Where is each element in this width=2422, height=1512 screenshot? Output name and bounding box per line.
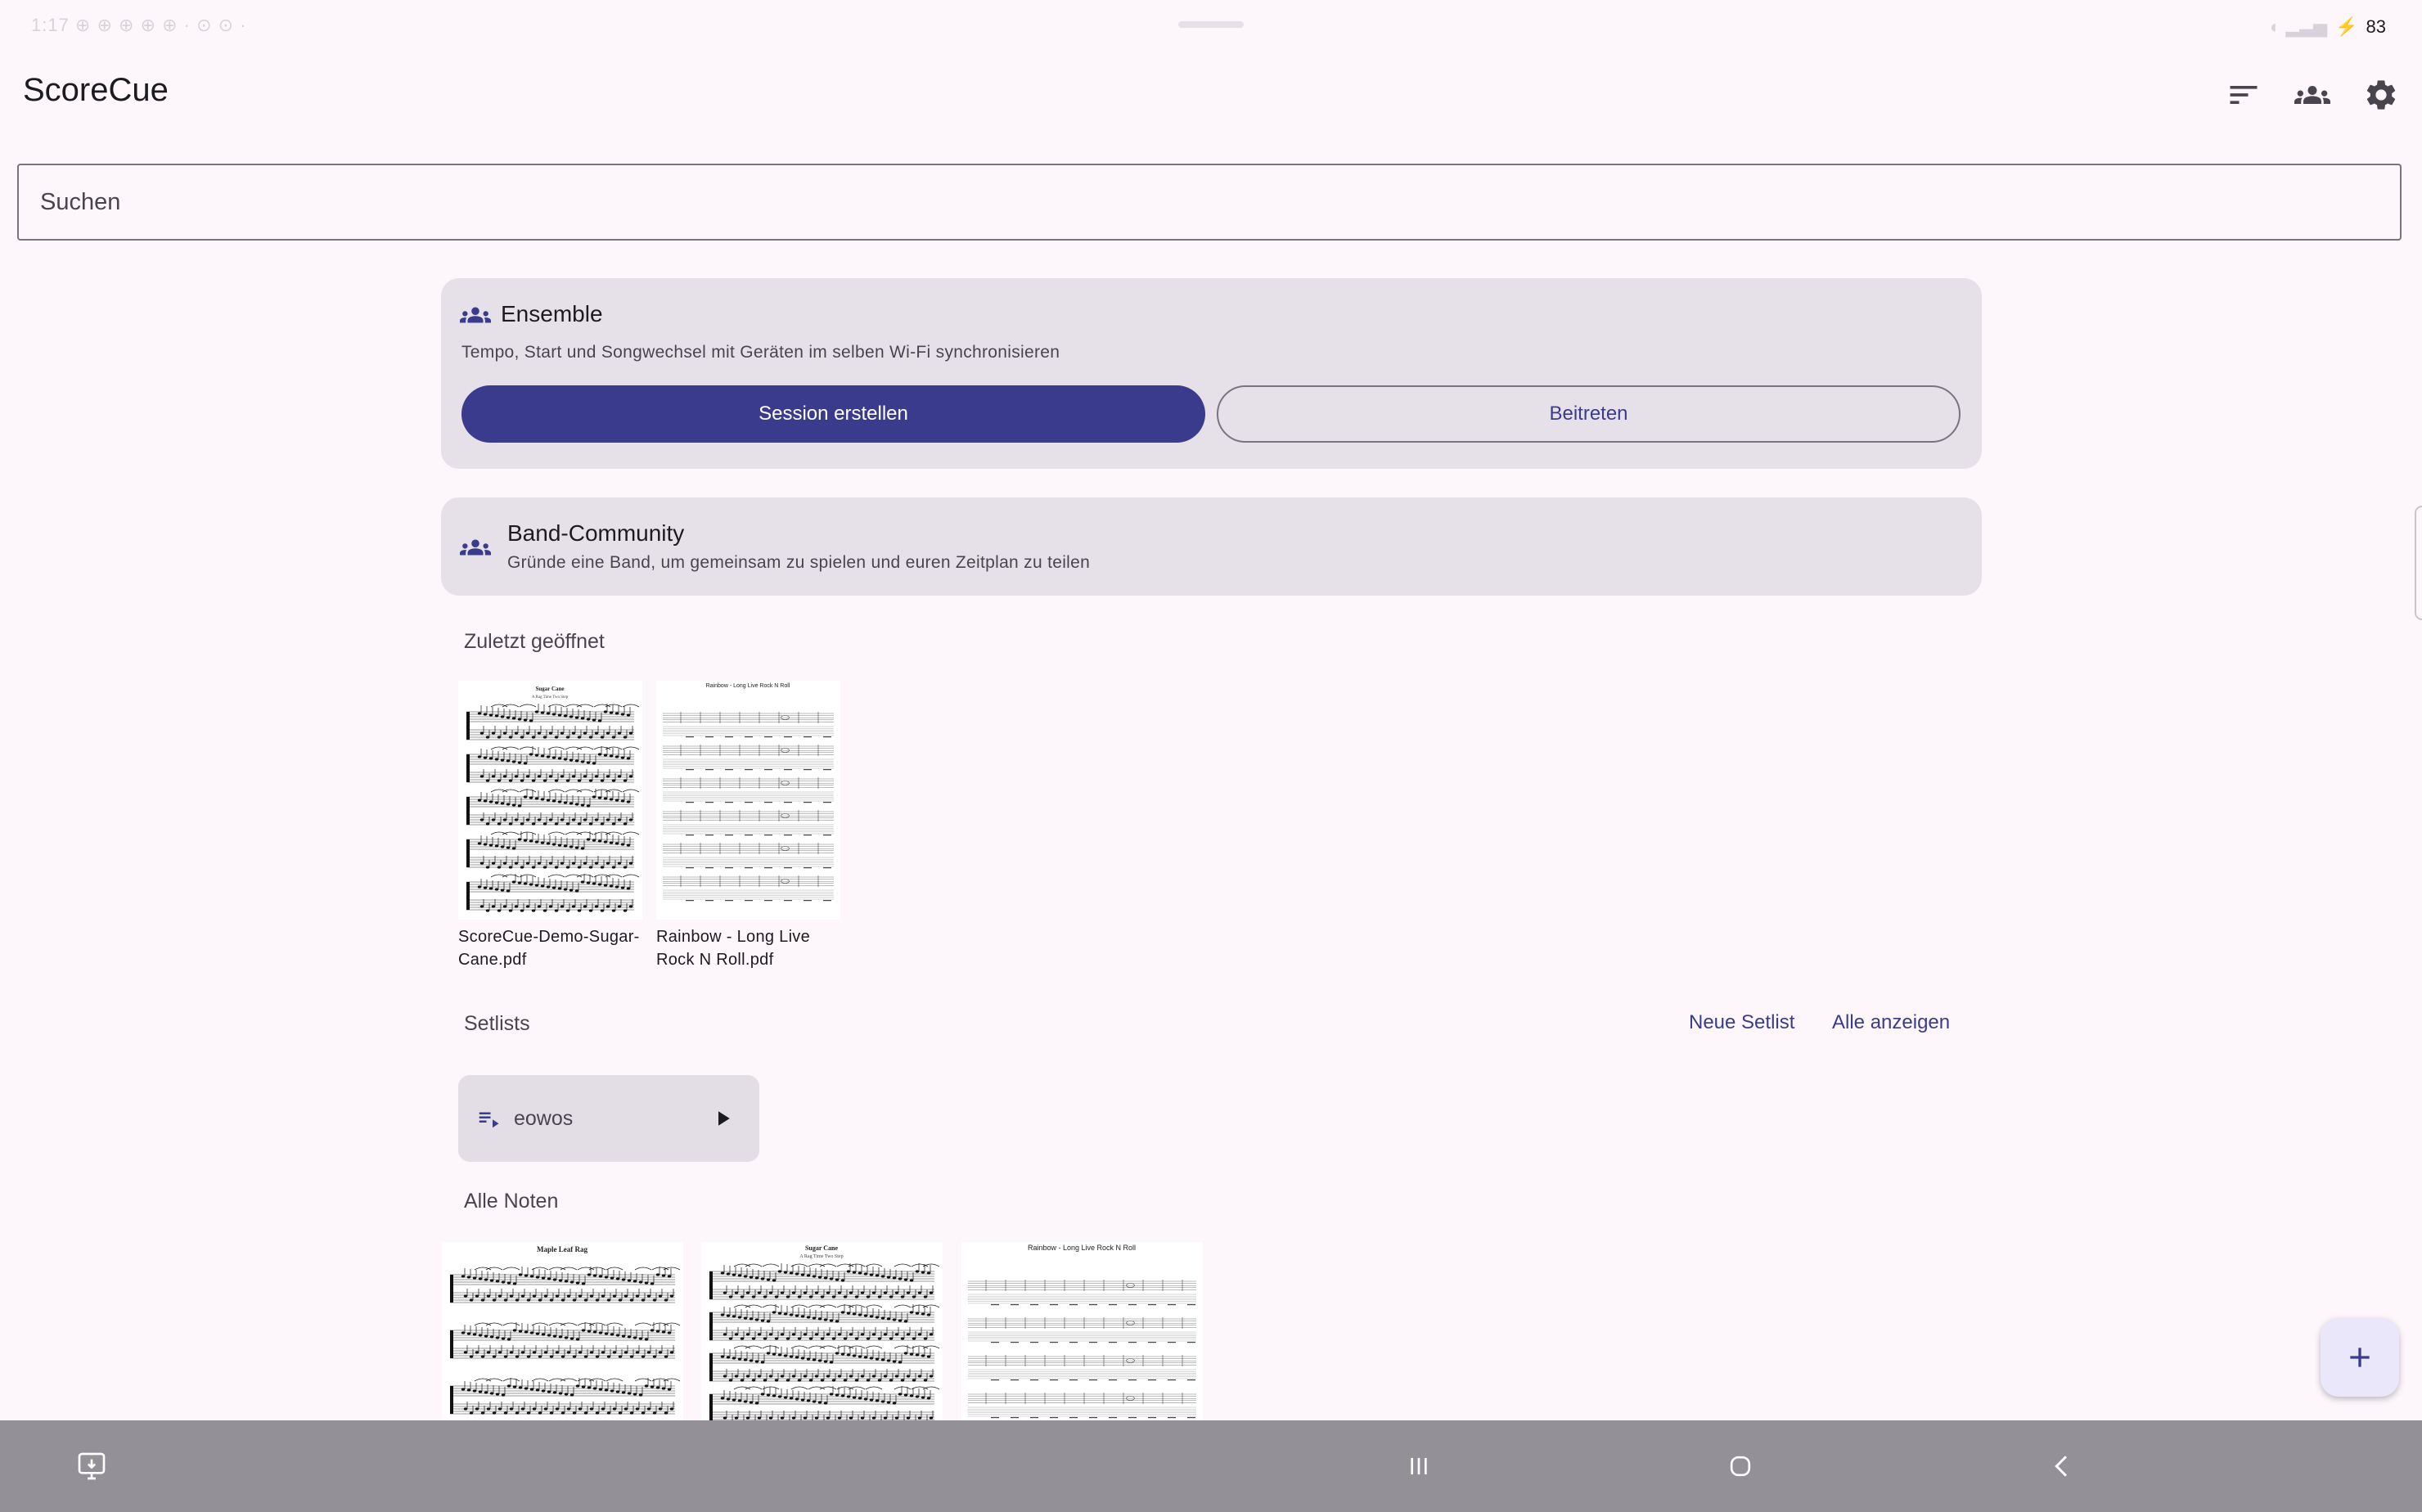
new-setlist-button[interactable]: Neue Setlist bbox=[1689, 1011, 1794, 1034]
band-title: Band-Community bbox=[507, 520, 685, 546]
status-right: ◐ ▂▃▅ ⚡ 83 bbox=[2270, 16, 2386, 38]
plus-icon bbox=[2350, 1348, 2370, 1367]
back-icon bbox=[2055, 1456, 2068, 1477]
sort-button[interactable] bbox=[2224, 75, 2263, 115]
play-icon[interactable] bbox=[710, 1106, 735, 1131]
sheet-subtitle: A Rag Time Two Step bbox=[799, 1254, 843, 1259]
search-field[interactable] bbox=[17, 164, 2402, 241]
home-button[interactable] bbox=[1711, 1437, 1770, 1496]
search-input[interactable] bbox=[19, 165, 2400, 239]
settings-button[interactable] bbox=[2361, 75, 2401, 115]
group-icon bbox=[460, 307, 491, 323]
status-pill bbox=[1178, 21, 1244, 28]
recent-item-label: Rainbow - Long Live Rock N Roll.pdf bbox=[656, 928, 811, 969]
band-community-card[interactable] bbox=[441, 497, 1982, 596]
tab-music-thumbnail: Rainbow - Long Live Rock N Roll bbox=[663, 683, 834, 902]
score-thumbnail[interactable]: Rainbow - Long Live Rock N Roll bbox=[961, 1242, 1203, 1420]
setlists-section-title: Setlists bbox=[464, 1012, 530, 1035]
recent-item-label: ScoreCue-Demo-Sugar- Cane.pdf bbox=[458, 928, 640, 969]
ensemble-button[interactable] bbox=[2293, 75, 2332, 115]
playlist-icon bbox=[476, 1106, 501, 1131]
signal-icon: ◐ ▂▃▅ bbox=[2269, 16, 2328, 37]
screen-share-icon bbox=[78, 1452, 106, 1480]
score-thumbnail[interactable]: Sugar Cane A Rag Time Two Step bbox=[701, 1242, 943, 1420]
group-icon bbox=[2294, 86, 2330, 104]
show-all-setlists-button[interactable]: Alle anzeigen bbox=[1832, 1011, 1950, 1034]
status-bar: 1:17 ⊕ ⊕ ⊕ ⊕ ⊕ · ⊙ ⊙ · ◐ ▂▃▅ ⚡ 83 bbox=[0, 0, 2422, 54]
ensemble-icon-wrap bbox=[460, 299, 491, 335]
add-score-button[interactable] bbox=[2321, 1318, 2399, 1397]
sheet-music-thumbnail: Maple Leaf Rag bbox=[450, 1245, 681, 1415]
screen-icon-button[interactable] bbox=[62, 1437, 121, 1496]
home-icon bbox=[1730, 1456, 1751, 1477]
band-icon-wrap bbox=[460, 532, 491, 567]
sheet-title: Maple Leaf Rag bbox=[537, 1245, 587, 1253]
setlist-item[interactable]: eowos bbox=[458, 1075, 759, 1162]
sheet-music-thumbnail: Sugar Cane A Rag Time Two Step bbox=[709, 1244, 940, 1420]
sheet-title: Sugar Cane bbox=[535, 686, 564, 692]
setlist-name: eowos bbox=[514, 1106, 574, 1130]
score-thumbnail[interactable]: Maple Leaf Rag bbox=[442, 1242, 683, 1420]
ensemble-title: Ensemble bbox=[501, 301, 603, 326]
group-icon bbox=[460, 539, 491, 556]
sheet-title: Sugar Cane bbox=[805, 1244, 839, 1252]
sheet-subtitle: A Rag Time Two Step bbox=[532, 695, 569, 700]
status-left-text: 1:17 ⊕ ⊕ ⊕ ⊕ ⊕ · ⊙ ⊙ · bbox=[31, 15, 247, 35]
edge-panel-handle[interactable] bbox=[2415, 506, 2422, 620]
battery-level: 83 bbox=[2366, 16, 2386, 37]
tab-music-thumbnail: Rainbow - Long Live Rock N Roll bbox=[968, 1244, 1196, 1419]
sheet-title: Rainbow - Long Live Rock N Roll bbox=[706, 683, 790, 689]
band-subtitle: Gründe eine Band, um gemeinsam zu spiele… bbox=[507, 553, 1091, 572]
create-session-button[interactable]: Session erstellen bbox=[461, 385, 1205, 443]
back-button[interactable] bbox=[2033, 1437, 2091, 1496]
sheet-music-thumbnail: Sugar Cane A Rag Time Two Step bbox=[466, 686, 640, 912]
join-session-button[interactable]: Beitreten bbox=[1217, 385, 1961, 443]
recent-item-thumbnail[interactable]: Rainbow - Long Live Rock N Roll bbox=[656, 681, 840, 920]
sheet-title: Rainbow - Long Live Rock N Roll bbox=[1028, 1244, 1136, 1252]
recent-section-title: Zuletzt geöffnet bbox=[464, 630, 605, 653]
sort-icon bbox=[2230, 86, 2258, 104]
recent-apps-icon bbox=[1411, 1458, 1427, 1474]
recent-item-thumbnail[interactable]: Sugar Cane A Rag Time Two Step bbox=[458, 681, 642, 920]
charging-icon: ⚡ bbox=[2335, 16, 2358, 37]
app-title: ScoreCue bbox=[23, 72, 169, 108]
recent-apps-button[interactable] bbox=[1389, 1437, 1448, 1496]
all-scores-section-title: Alle Noten bbox=[464, 1190, 559, 1213]
ensemble-subtitle: Tempo, Start und Songwechsel mit Geräten… bbox=[461, 343, 1060, 362]
gear-icon bbox=[2366, 80, 2396, 110]
